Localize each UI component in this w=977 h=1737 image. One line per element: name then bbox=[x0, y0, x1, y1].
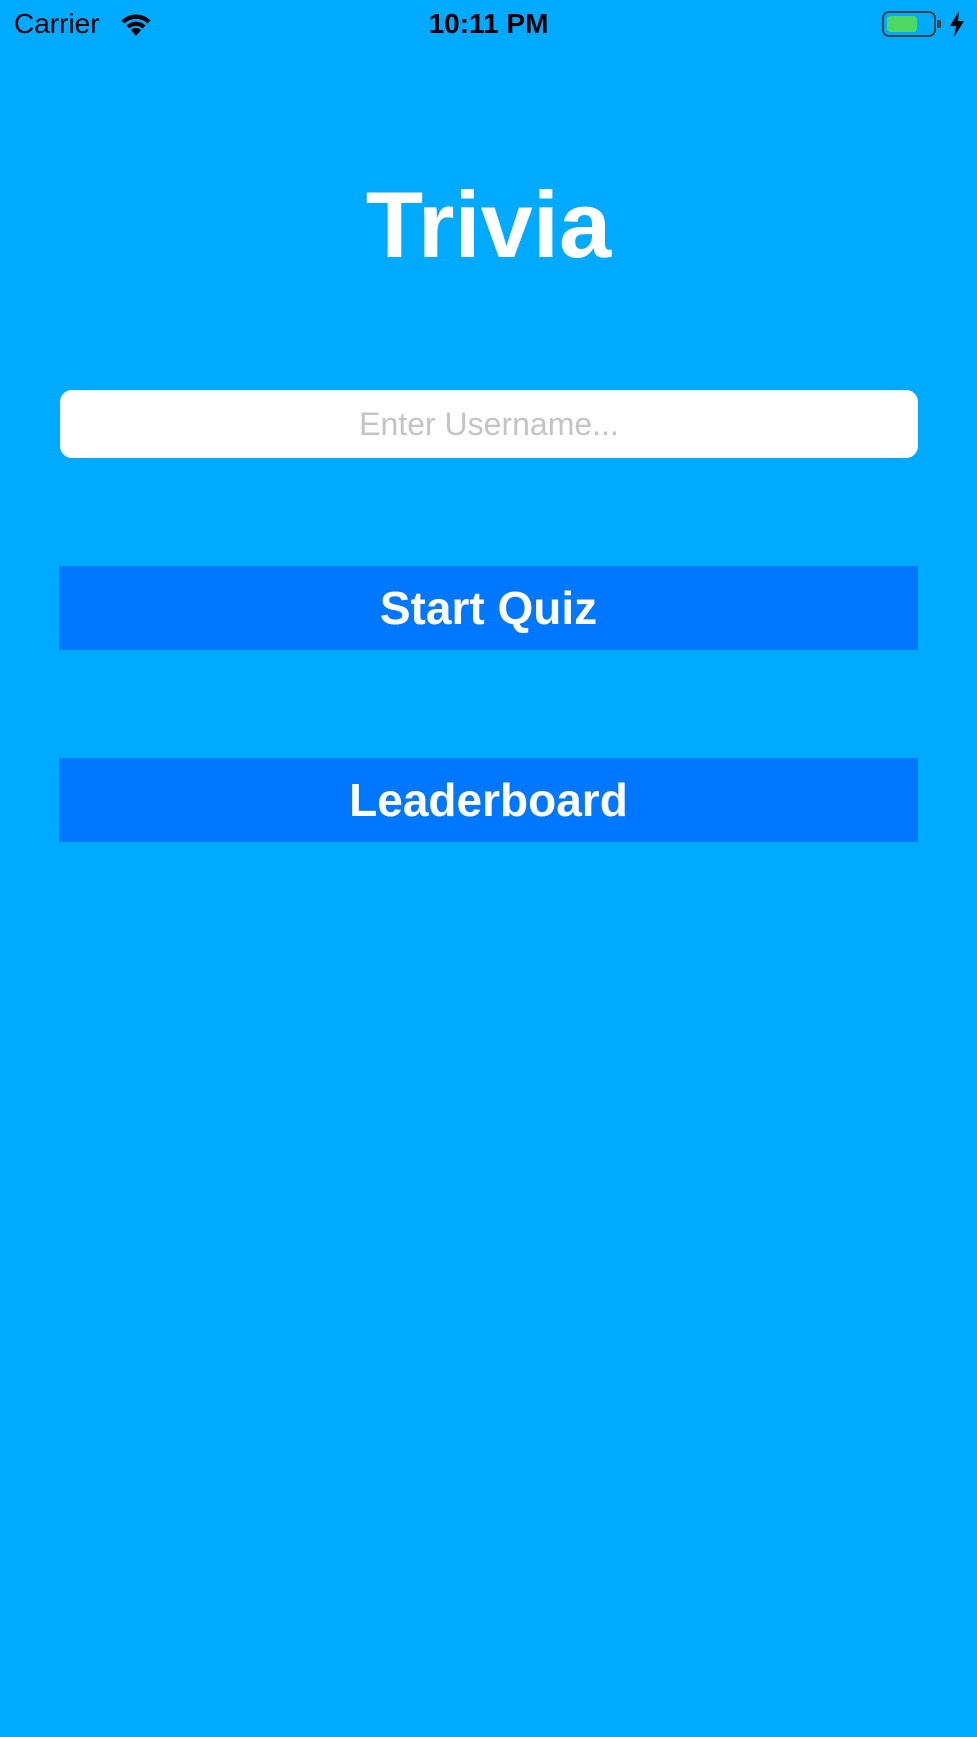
username-input[interactable] bbox=[60, 390, 918, 458]
app-title: Trivia bbox=[365, 172, 612, 277]
leaderboard-button[interactable]: Leaderboard bbox=[59, 758, 918, 842]
charging-bolt-icon bbox=[950, 11, 964, 37]
clock-time: 10:11 PM bbox=[428, 8, 549, 39]
status-bar: Carrier 10:11 PM bbox=[0, 0, 977, 48]
start-quiz-button[interactable]: Start Quiz bbox=[59, 566, 918, 650]
battery-icon bbox=[882, 11, 941, 37]
